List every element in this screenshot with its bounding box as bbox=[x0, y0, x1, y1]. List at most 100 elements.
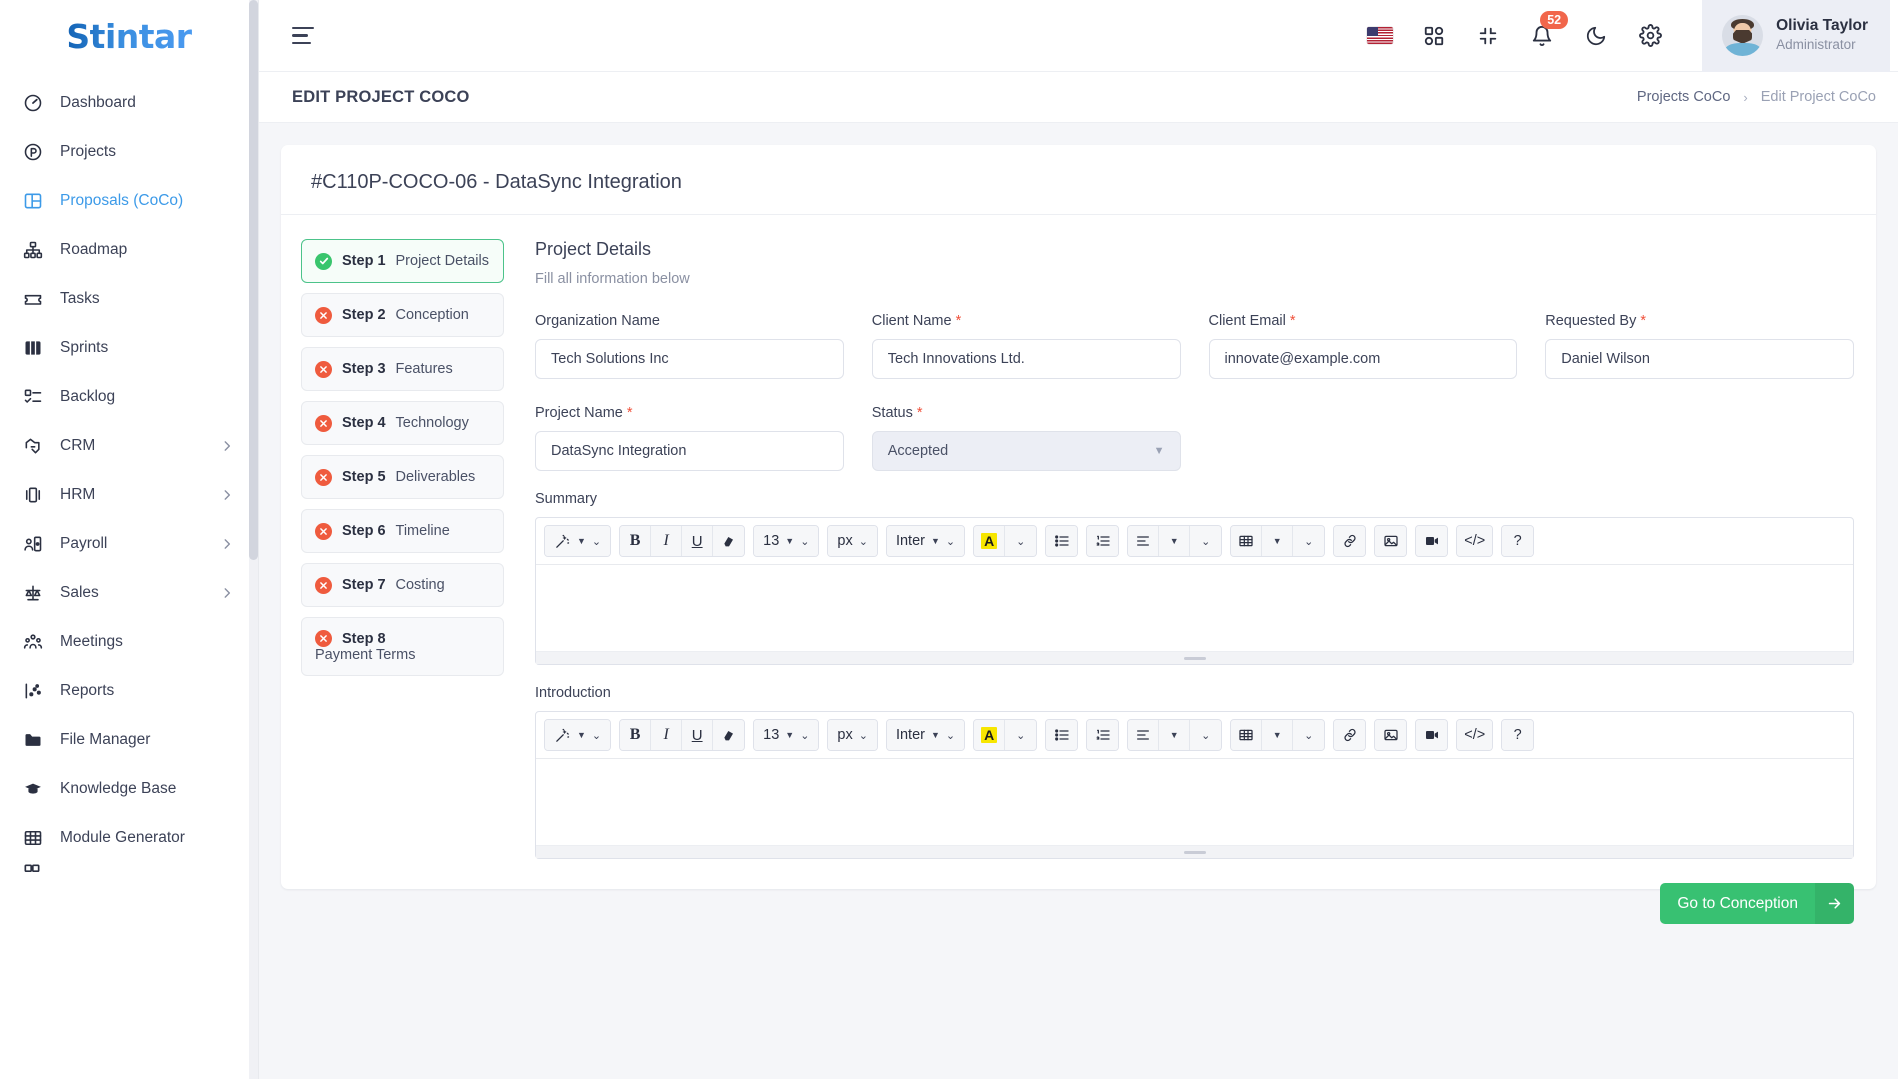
table-dropdown-caret[interactable]: ▼ bbox=[1262, 720, 1294, 750]
font-size-select[interactable]: 13 ▼ ⌄ bbox=[754, 720, 819, 750]
eraser-icon[interactable] bbox=[713, 526, 745, 556]
align-dropdown-caret[interactable]: ▼ bbox=[1159, 526, 1191, 556]
highlight-color-button[interactable]: A bbox=[974, 720, 1006, 750]
font-size-value: 13 bbox=[763, 727, 780, 743]
editor-introduction-textarea[interactable] bbox=[536, 759, 1853, 845]
sidebar-item-dashboard[interactable]: Dashboard bbox=[0, 78, 258, 127]
sidebar-item-file-manager[interactable]: File Manager bbox=[0, 715, 258, 764]
numbered-list-icon[interactable] bbox=[1087, 720, 1119, 750]
sidebar-item-meetings[interactable]: Meetings bbox=[0, 617, 258, 666]
step-item-2[interactable]: Step 2 Conception bbox=[301, 293, 504, 337]
sidebar-scrollbar-thumb[interactable] bbox=[249, 0, 258, 560]
step-item-7[interactable]: Step 7 Costing bbox=[301, 563, 504, 607]
font-family-value: Inter bbox=[895, 533, 925, 549]
align-dropdown-caret[interactable]: ▼ bbox=[1159, 720, 1191, 750]
input-project-name[interactable] bbox=[535, 431, 844, 471]
brand-logo[interactable]: Stintar bbox=[0, 0, 258, 72]
numbered-list-icon[interactable] bbox=[1087, 526, 1119, 556]
bell-icon[interactable]: 52 bbox=[1526, 10, 1569, 52]
magic-wand-icon[interactable]: ▼ ⌄ bbox=[545, 526, 611, 556]
sidebar-item-module-generator[interactable]: Module Generator bbox=[0, 813, 258, 862]
sidebar-item-sales[interactable]: Sales bbox=[0, 568, 258, 617]
hamburger-icon[interactable] bbox=[292, 21, 322, 51]
sidebar-item-hrm[interactable]: HRM bbox=[0, 470, 258, 519]
collapse-screen-icon[interactable] bbox=[1472, 20, 1504, 52]
italic-button[interactable]: I bbox=[651, 720, 683, 750]
sidebar-item-tasks[interactable]: Tasks bbox=[0, 274, 258, 323]
input-client-name[interactable] bbox=[871, 339, 1181, 379]
bold-button[interactable]: B bbox=[620, 526, 652, 556]
step-item-8[interactable]: Step 8 Payment Terms bbox=[301, 617, 504, 676]
sidebar-item-backlog[interactable]: Backlog bbox=[0, 372, 258, 421]
bullet-list-icon[interactable] bbox=[1046, 526, 1078, 556]
breadcrumb-parent[interactable]: Projects CoCo bbox=[1637, 89, 1730, 105]
highlight-dropdown[interactable]: ⌄ bbox=[1005, 526, 1037, 556]
align-left-icon[interactable] bbox=[1128, 526, 1160, 556]
sidebar-item-projects[interactable]: Projects bbox=[0, 127, 258, 176]
input-client-email[interactable] bbox=[1208, 339, 1518, 379]
go-to-conception-button[interactable]: Go to Conception bbox=[1660, 883, 1854, 924]
eraser-icon[interactable] bbox=[713, 720, 745, 750]
magic-wand-icon[interactable]: ▼ ⌄ bbox=[545, 720, 611, 750]
code-view-button[interactable]: </> bbox=[1457, 526, 1493, 556]
font-family-select[interactable]: Inter ▼ ⌄ bbox=[886, 720, 965, 750]
required-marker: * bbox=[955, 313, 962, 329]
video-icon[interactable] bbox=[1416, 526, 1448, 556]
underline-button[interactable]: U bbox=[682, 720, 714, 750]
size-unit-select[interactable]: px ⌄ bbox=[828, 526, 877, 556]
font-size-select[interactable]: 13 ▼ ⌄ bbox=[754, 526, 819, 556]
table-icon[interactable] bbox=[1231, 720, 1263, 750]
table-icon[interactable] bbox=[1231, 526, 1263, 556]
highlight-dropdown[interactable]: ⌄ bbox=[1005, 720, 1037, 750]
table-dropdown-chevron[interactable]: ⌄ bbox=[1293, 526, 1325, 556]
step-item-4[interactable]: Step 4 Technology bbox=[301, 401, 504, 445]
image-icon[interactable] bbox=[1375, 720, 1407, 750]
image-icon[interactable] bbox=[1375, 526, 1407, 556]
sidebar-item-proposals-coco[interactable]: Proposals (CoCo) bbox=[0, 176, 258, 225]
sidebar-item-sprints[interactable]: Sprints bbox=[0, 323, 258, 372]
bold-button[interactable]: B bbox=[620, 720, 652, 750]
link-icon[interactable] bbox=[1334, 526, 1366, 556]
moon-icon[interactable] bbox=[1580, 20, 1612, 52]
sidebar-item-payroll[interactable]: Payroll bbox=[0, 519, 258, 568]
link-icon[interactable] bbox=[1334, 720, 1366, 750]
us-flag-icon[interactable] bbox=[1364, 20, 1396, 52]
font-family-select[interactable]: Inter ▼ ⌄ bbox=[886, 526, 965, 556]
help-button[interactable]: ? bbox=[1502, 720, 1534, 750]
gear-icon[interactable] bbox=[1634, 20, 1666, 52]
align-dropdown-chevron[interactable]: ⌄ bbox=[1190, 720, 1222, 750]
editor-summary-textarea[interactable] bbox=[536, 565, 1853, 651]
align-dropdown-chevron[interactable]: ⌄ bbox=[1190, 526, 1222, 556]
help-button[interactable]: ? bbox=[1502, 526, 1534, 556]
editor-introduction-resize-handle[interactable] bbox=[536, 845, 1853, 858]
bullet-list-icon[interactable] bbox=[1046, 720, 1078, 750]
size-unit-select[interactable]: px ⌄ bbox=[828, 720, 877, 750]
table-dropdown-chevron[interactable]: ⌄ bbox=[1293, 720, 1325, 750]
underline-button[interactable]: U bbox=[682, 526, 714, 556]
step-item-3[interactable]: Step 3 Features bbox=[301, 347, 504, 391]
sidebar-item-crm[interactable]: CRM bbox=[0, 421, 258, 470]
code-view-button[interactable]: </> bbox=[1457, 720, 1493, 750]
toolbar-group-link bbox=[1333, 719, 1367, 751]
highlight-color-button[interactable]: A bbox=[974, 526, 1006, 556]
table-dropdown-caret[interactable]: ▼ bbox=[1262, 526, 1294, 556]
step-item-6[interactable]: Step 6 Timeline bbox=[301, 509, 504, 553]
sidebar-item-knowledge-base[interactable]: Knowledge Base bbox=[0, 764, 258, 813]
editor-summary-resize-handle[interactable] bbox=[536, 651, 1853, 664]
step-item-1[interactable]: Step 1 Project Details bbox=[301, 239, 504, 283]
sidebar-item-roadmap[interactable]: Roadmap bbox=[0, 225, 258, 274]
user-profile-menu[interactable]: Olivia Taylor Administrator bbox=[1702, 0, 1890, 72]
italic-button[interactable]: I bbox=[651, 526, 683, 556]
sidebar-item-reports[interactable]: Reports bbox=[0, 666, 258, 715]
input-organization-name[interactable] bbox=[535, 339, 844, 379]
step-name: Costing bbox=[395, 577, 445, 593]
step-item-5[interactable]: Step 5 Deliverables bbox=[301, 455, 504, 499]
video-icon[interactable] bbox=[1416, 720, 1448, 750]
align-left-icon[interactable] bbox=[1128, 720, 1160, 750]
sidebar-scrollbar[interactable] bbox=[249, 0, 258, 1079]
highlight-letter: A bbox=[981, 533, 998, 549]
sidebar-item-truncated[interactable] bbox=[0, 862, 258, 880]
apps-grid-icon[interactable] bbox=[1418, 20, 1450, 52]
select-status[interactable]: Accepted ▼ bbox=[871, 431, 1181, 471]
input-requested-by[interactable] bbox=[1545, 339, 1854, 379]
